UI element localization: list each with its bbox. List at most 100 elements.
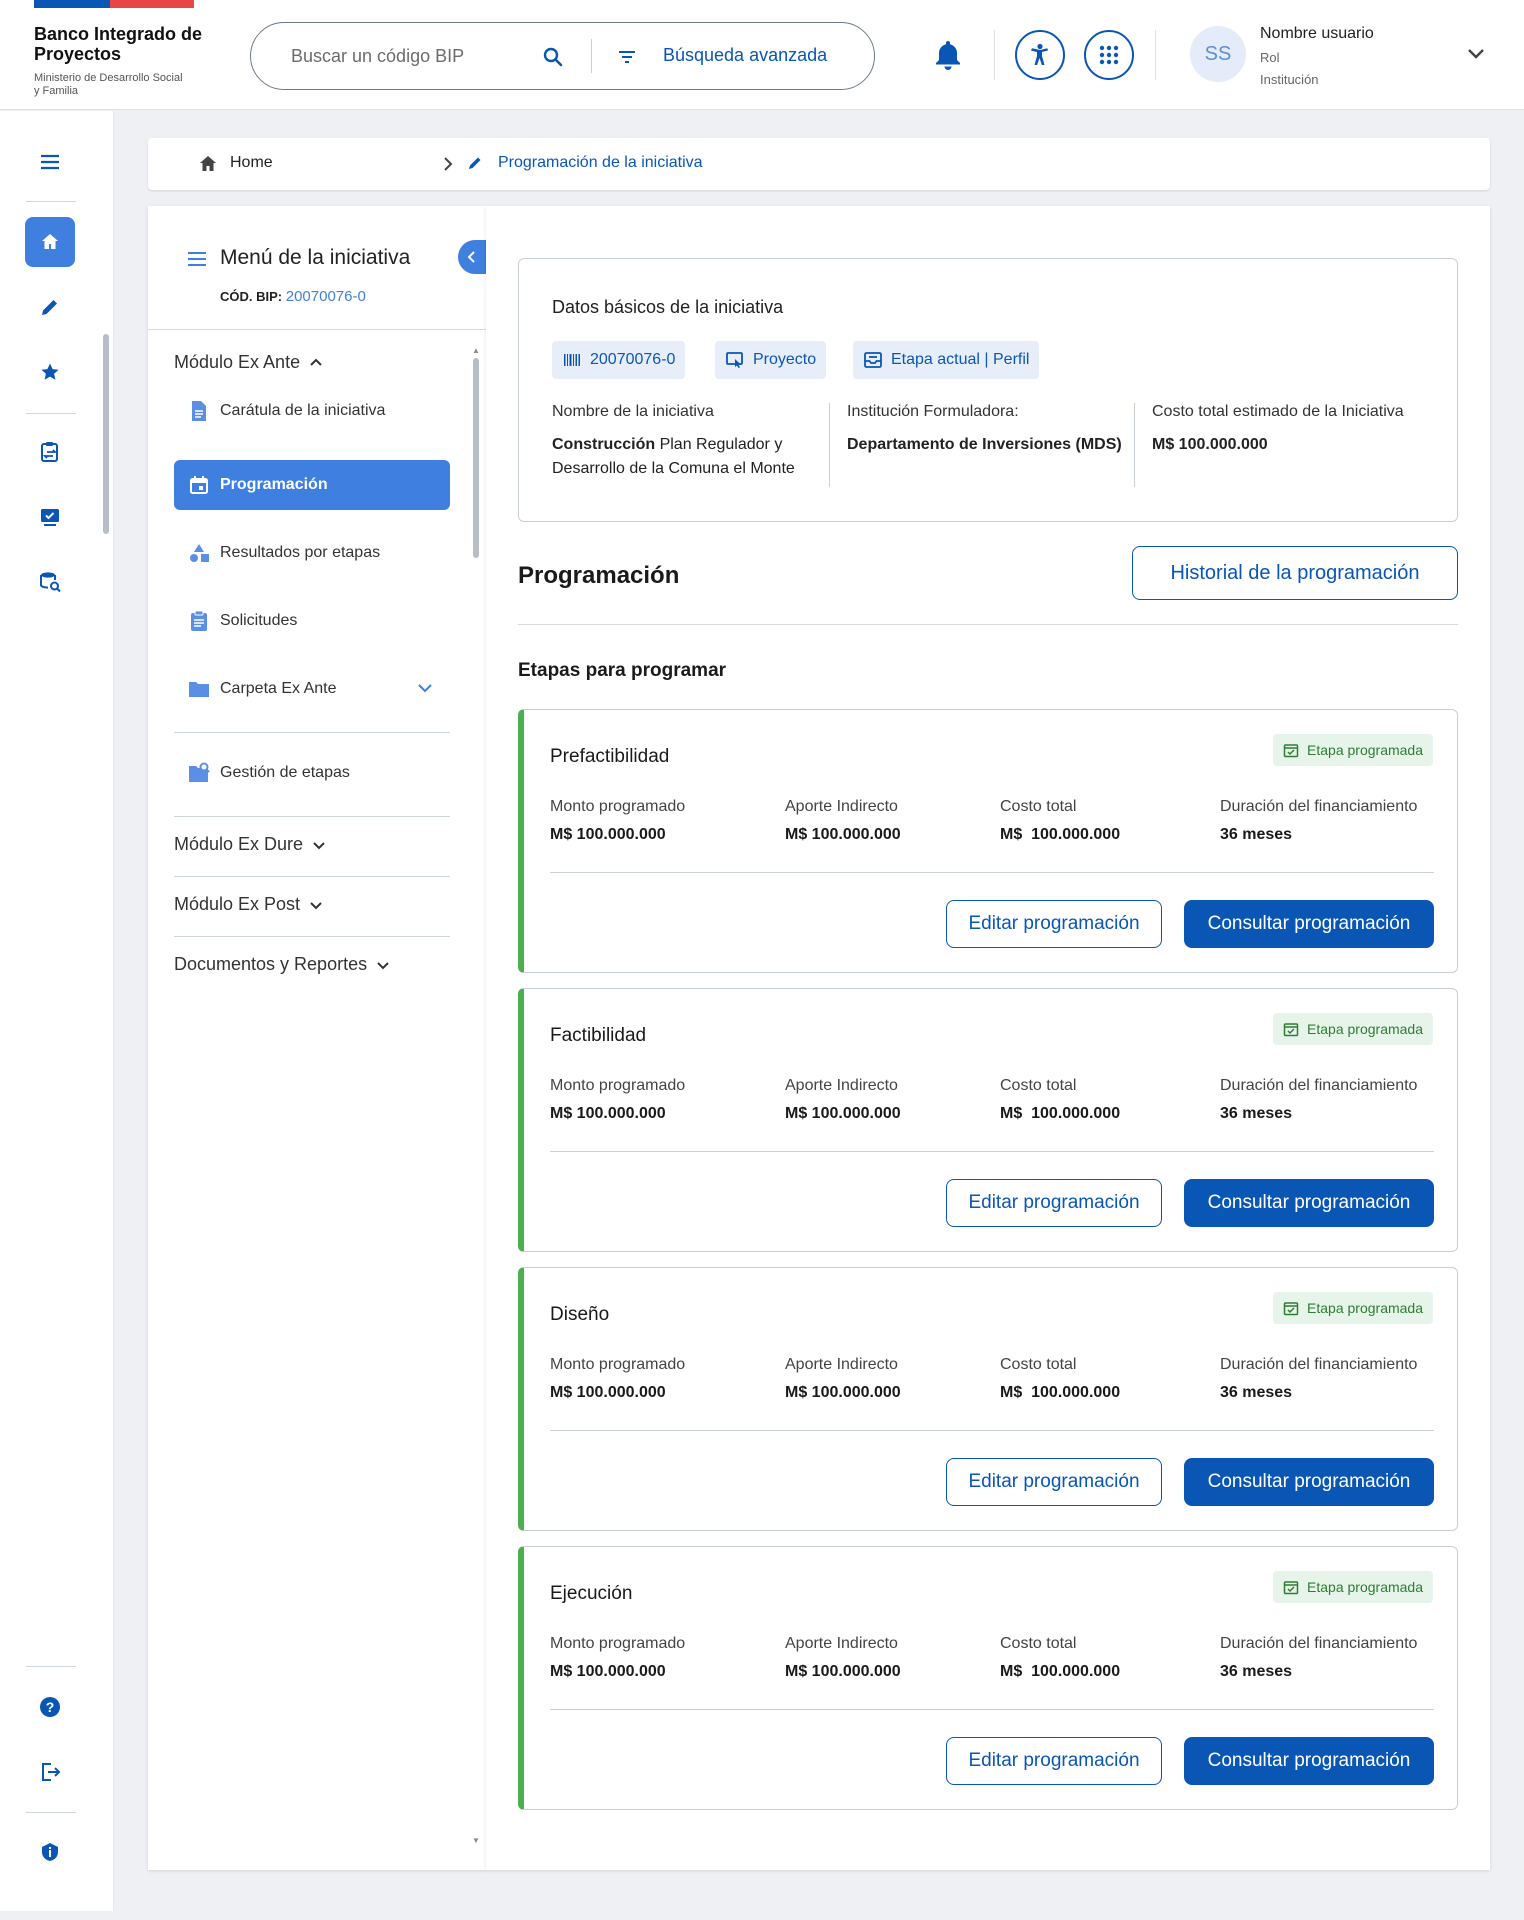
institution-field: Institución Formuladora: Departamento de…: [847, 403, 1122, 453]
bell-icon[interactable]: [932, 38, 964, 72]
menu-scrollbar[interactable]: ▲ ▼: [470, 346, 482, 1846]
chevron-down-icon: [313, 841, 325, 849]
stage-name: Prefactibilidad: [550, 746, 670, 767]
rail-db-search[interactable]: [25, 557, 75, 607]
edit-programming-button[interactable]: Editar programación: [946, 1737, 1162, 1785]
database-search-icon: [40, 572, 61, 593]
menu-toggle-button[interactable]: [25, 137, 75, 187]
rail-logout[interactable]: [25, 1747, 75, 1797]
chevron-right-icon: [444, 157, 453, 171]
divider: [550, 872, 1434, 873]
divider: [174, 876, 450, 877]
rail-monitor[interactable]: [25, 492, 75, 542]
divider: [148, 329, 486, 330]
divider: [829, 403, 830, 487]
view-programming-button[interactable]: Consultar programación: [1184, 1737, 1434, 1785]
search-icon[interactable]: [541, 45, 565, 69]
divider: [174, 732, 450, 733]
menu-title: Menú de la iniciativa: [220, 246, 411, 269]
status-badge: Etapa programada: [1273, 1013, 1433, 1045]
rail-transfers[interactable]: [25, 427, 75, 477]
field-value: M$ 100.000.000: [550, 826, 666, 843]
view-programming-button[interactable]: Consultar programación: [1184, 900, 1434, 948]
status-badge: Etapa programada: [1273, 734, 1433, 766]
field-label: Monto programado: [550, 1077, 686, 1094]
home-icon[interactable]: [198, 154, 218, 174]
apps-button[interactable]: [1084, 30, 1134, 80]
chevron-down-icon[interactable]: [1464, 42, 1488, 66]
avatar[interactable]: SS: [1190, 26, 1246, 82]
menu-item-gestion[interactable]: Gestión de etapas: [174, 748, 450, 798]
calendar-icon: [190, 476, 208, 494]
divider: [174, 816, 450, 817]
brand-subtitle: Ministerio de Desarrollo Social y Famili…: [34, 72, 183, 97]
status-badge: Etapa programada: [1273, 1571, 1433, 1603]
field-label: Costo total: [1000, 1635, 1077, 1652]
rail-scrollbar[interactable]: [102, 219, 110, 1879]
module-ex-post-toggle[interactable]: Módulo Ex Post: [174, 894, 324, 915]
field-label: Duración del financiamiento: [1220, 1635, 1418, 1652]
chip-stage: Etapa actual | Perfil: [853, 341, 1040, 379]
brand-title: Banco Integrado de Proyectos: [34, 24, 203, 64]
clipboard-icon: [191, 610, 207, 631]
menu-item-carpeta[interactable]: Carpeta Ex Ante: [174, 664, 450, 714]
user-name: Nombre usuario: [1260, 25, 1374, 42]
menu-code-value: 20070076-0: [285, 288, 366, 305]
field-label: Costo total: [1000, 1356, 1077, 1373]
accessibility-icon: [1031, 43, 1048, 65]
menu-item-caratula[interactable]: Carátula de la iniciativa: [174, 386, 450, 436]
apps-grid-icon: [1099, 45, 1119, 65]
edit-programming-button[interactable]: Editar programación: [946, 1179, 1162, 1227]
menu-item-solicitudes[interactable]: Solicitudes: [174, 596, 450, 646]
rail-info[interactable]: [25, 1827, 75, 1877]
history-button[interactable]: Historial de la programación: [1132, 546, 1458, 600]
field-label: Aporte Indirecto: [785, 1077, 898, 1094]
menu-item-resultados[interactable]: Resultados por etapas: [174, 528, 450, 578]
user-institution: Institución: [1260, 72, 1319, 87]
header-divider: [994, 30, 995, 80]
rail-help[interactable]: ?: [25, 1682, 75, 1732]
field-label: Costo total: [1000, 1077, 1077, 1094]
initiative-menu-panel: Menú de la iniciativa CÓD. BIP: 20070076…: [148, 206, 486, 1870]
module-docs-toggle[interactable]: Documentos y Reportes: [174, 954, 391, 975]
field-value: M$ 100.000.000: [1000, 1663, 1121, 1680]
advanced-search-link[interactable]: Búsqueda avanzada: [663, 45, 827, 66]
field-value: M$ 100.000.000: [550, 1105, 666, 1122]
module-ex-ante-toggle[interactable]: Módulo Ex Ante: [174, 352, 324, 373]
accessibility-button[interactable]: [1015, 30, 1065, 80]
field-value: 36 meses: [1220, 826, 1293, 843]
rail-divider: [26, 413, 76, 414]
field-value: M$ 100.000.000: [550, 1663, 666, 1680]
rail-favorites[interactable]: [25, 347, 75, 397]
left-rail: ?: [0, 111, 114, 1911]
help-icon: ?: [40, 1697, 60, 1717]
view-programming-button[interactable]: Consultar programación: [1184, 1179, 1434, 1227]
basic-data-card: Datos básicos de la iniciativa 20070076-…: [518, 258, 1458, 522]
stage-name: Diseño: [550, 1304, 610, 1325]
field-value: M$ 100.000.000: [785, 1384, 901, 1401]
divider: [550, 1151, 1434, 1152]
field-label: Duración del financiamiento: [1220, 1356, 1418, 1373]
header-divider: [1155, 30, 1156, 80]
field-value: M$ 100.000.000: [550, 1384, 666, 1401]
divider: [1134, 403, 1135, 487]
info-icon: [42, 1843, 58, 1861]
collapse-menu-button[interactable]: [458, 240, 486, 274]
rail-home[interactable]: [25, 217, 75, 267]
breadcrumb-home[interactable]: Home: [230, 154, 273, 172]
module-ex-dure-toggle[interactable]: Módulo Ex Dure: [174, 834, 327, 855]
search-input[interactable]: Buscar un código BIP: [291, 46, 464, 67]
field-value: M$ 100.000.000: [1000, 1384, 1121, 1401]
folder-icon: [189, 682, 209, 697]
filter-icon[interactable]: [615, 45, 639, 69]
rail-edit[interactable]: [25, 282, 75, 332]
field-value: 36 meses: [1220, 1663, 1293, 1680]
edit-programming-button[interactable]: Editar programación: [946, 900, 1162, 948]
edit-programming-button[interactable]: Editar programación: [946, 1458, 1162, 1506]
divider: [550, 1430, 1434, 1431]
monitor-check-icon: [41, 509, 59, 526]
view-programming-button[interactable]: Consultar programación: [1184, 1458, 1434, 1506]
menu-item-programacion[interactable]: Programación: [174, 460, 450, 510]
field-label: Duración del financiamiento: [1220, 1077, 1418, 1094]
search-bar: Buscar un código BIP Búsqueda avanzada: [250, 22, 875, 90]
